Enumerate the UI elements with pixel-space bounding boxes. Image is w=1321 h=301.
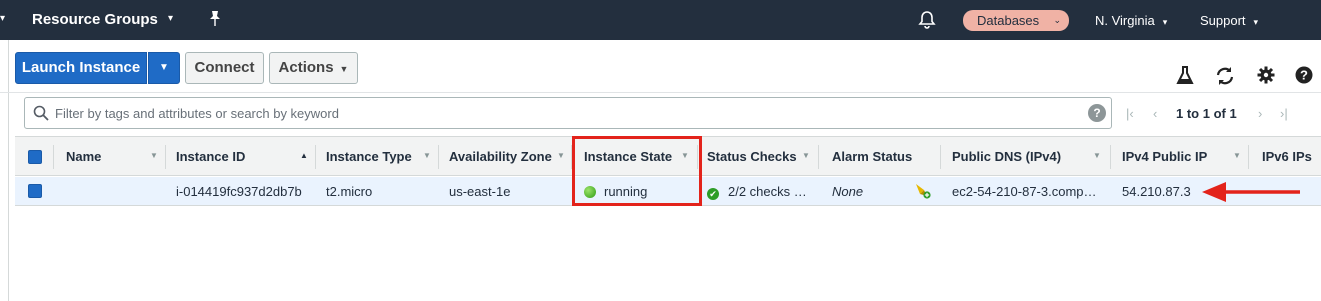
search-input[interactable]: Filter by tags and attributes or search … [24,97,1112,129]
chevron-down-icon: ⌄ [1053,15,1061,25]
column-header-instance-id[interactable]: Instance ID [176,149,245,164]
sort-caret-icon[interactable]: ▼ [557,151,565,160]
pagination-label: 1 to 1 of 1 [1176,106,1237,121]
sort-caret-icon[interactable]: ▼ [802,151,810,160]
column-header-alarm-status[interactable]: Alarm Status [832,149,912,164]
add-alarm-icon[interactable] [914,182,932,203]
chevron-down-icon: ▼ [339,64,349,74]
services-caret-icon[interactable]: ▾ [0,13,5,24]
red-arrow-annotation [1200,180,1302,207]
status-checks-label: 2/2 checks … [728,184,807,199]
top-navigation: ▾ Resource Groups ▾ Databases ⌄ N. Virgi… [0,0,1321,40]
pin-icon[interactable] [207,10,223,31]
cell-alarm-status: None [832,184,864,199]
column-header-status-checks[interactable]: Status Checks [707,149,797,164]
region-menu[interactable]: N. Virginia ▾ [1095,13,1167,28]
row-checkbox[interactable] [28,184,42,198]
search-placeholder: Filter by tags and attributes or search … [55,106,339,121]
cell-ipv4-public-ip: 54.210.87.3 [1122,184,1191,199]
cell-instance-id: i-014419fc937d2db7b [176,184,302,199]
region-caret-icon: ▾ [1162,17,1168,27]
svg-text:?: ? [1300,68,1308,83]
first-page-icon[interactable]: |‹ [1126,106,1134,121]
actions-button[interactable]: Actions ▼ [269,52,358,84]
resource-groups-caret-icon[interactable]: ▾ [168,13,173,24]
instance-state-highlight-box [572,136,702,206]
cell-availability-zone: us-east-1e [449,184,511,199]
column-divider [1110,145,1111,169]
refresh-icon[interactable] [1214,66,1234,86]
cell-public-dns: ec2-54-210-87-3.comp… [952,184,1097,199]
cell-status-checks[interactable]: ✔ 2/2 checks … [707,184,807,200]
help-icon[interactable]: ? [1295,66,1315,86]
flask-icon[interactable] [1176,66,1196,86]
check-icon: ✔ [707,188,719,200]
support-caret-icon: ▾ [1253,17,1259,27]
column-divider [940,145,941,169]
column-divider [165,145,166,169]
sort-caret-icon[interactable]: ▼ [423,151,431,160]
support-menu[interactable]: Support ▾ [1200,13,1258,28]
toolbar-divider [0,92,1321,93]
sort-caret-icon[interactable]: ▼ [1233,151,1241,160]
databases-menu[interactable]: Databases ⌄ [963,10,1069,31]
column-divider [53,145,54,169]
bell-icon[interactable] [918,10,936,33]
databases-label: Databases [977,13,1040,28]
prev-page-icon[interactable]: ‹ [1153,106,1157,121]
left-panel-divider [8,40,9,301]
column-header-public-dns[interactable]: Public DNS (IPv4) [952,149,1061,164]
region-label: N. Virginia [1095,13,1155,28]
cell-instance-type: t2.micro [326,184,373,199]
sort-caret-icon[interactable]: ▼ [1093,151,1101,160]
column-header-availability-zone[interactable]: Availability Zone [449,149,552,164]
select-all-checkbox[interactable] [28,150,42,164]
next-page-icon[interactable]: › [1258,106,1262,121]
column-divider [818,145,819,169]
column-header-ipv6-ips[interactable]: IPv6 IPs [1262,149,1312,164]
column-divider [438,145,439,169]
support-label: Support [1200,13,1246,28]
column-header-instance-type[interactable]: Instance Type [326,149,412,164]
sort-ascending-icon[interactable]: ▲ [300,151,308,160]
search-help-icon[interactable]: ? [1088,104,1106,122]
gear-icon[interactable] [1257,66,1277,86]
launch-instance-dropdown-button[interactable]: ▼ [148,52,180,84]
column-divider [315,145,316,169]
last-page-icon[interactable]: ›| [1280,106,1288,121]
launch-instance-button[interactable]: Launch Instance [15,52,147,84]
column-header-ipv4-public-ip[interactable]: IPv4 Public IP [1122,149,1207,164]
resource-groups-menu[interactable]: Resource Groups [32,11,158,28]
column-divider [1248,145,1249,169]
connect-button[interactable]: Connect [185,52,264,84]
sort-caret-icon[interactable]: ▼ [150,151,158,160]
search-icon [33,105,49,124]
actions-label: Actions [278,59,334,76]
column-header-name[interactable]: Name [66,149,101,164]
